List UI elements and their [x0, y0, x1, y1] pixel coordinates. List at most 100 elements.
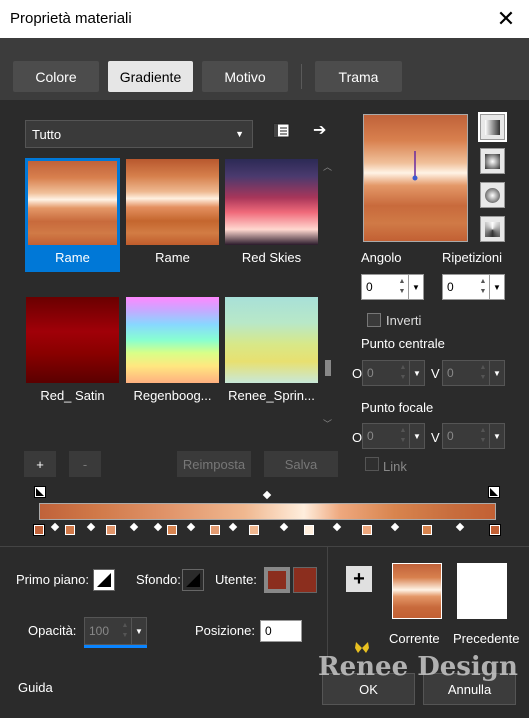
spin-arrows-icon[interactable]: ▲ ▼: [476, 424, 490, 448]
link-checkbox[interactable]: [365, 457, 379, 471]
tab-trama[interactable]: Trama: [315, 61, 402, 92]
focal-o-value: 0: [367, 429, 374, 443]
color-stops-track[interactable]: [33, 521, 502, 541]
add-to-swatches-button[interactable]: +: [346, 566, 372, 592]
add-gradient-button[interactable]: +: [24, 451, 56, 477]
sunburst-gradient-type-button[interactable]: [480, 216, 505, 242]
spin-arrows-icon[interactable]: ▲ ▼: [476, 361, 490, 385]
scroll-thumb[interactable]: [325, 360, 331, 376]
color-midpoint-icon[interactable]: [186, 522, 196, 532]
center-v-label: V: [431, 366, 440, 381]
gradient-swatch: [225, 159, 318, 245]
scroll-down-icon[interactable]: ﹀: [323, 417, 332, 430]
color-midpoint-icon[interactable]: [390, 522, 400, 532]
color-midpoint-icon[interactable]: [50, 522, 60, 532]
spin-arrows-icon[interactable]: ▲ ▼: [476, 275, 490, 299]
angle-value: 0: [366, 280, 373, 294]
color-stop-icon[interactable]: [422, 525, 432, 535]
foreground-swatch[interactable]: [93, 569, 115, 591]
gradient-item-rame-2[interactable]: Rame: [125, 158, 220, 272]
color-stop-icon[interactable]: [210, 525, 220, 535]
angle-label: Angolo: [361, 250, 402, 265]
color-stop-icon[interactable]: [304, 525, 314, 535]
foreground-label: Primo piano:: [16, 572, 89, 587]
tab-separator: [301, 64, 302, 89]
chevron-down-icon[interactable]: ▼: [409, 424, 424, 448]
color-midpoint-icon[interactable]: [455, 522, 465, 532]
library-scrollbar[interactable]: ︿ ﹀: [322, 160, 334, 430]
close-icon[interactable]: ✕: [483, 0, 529, 38]
color-midpoint-icon[interactable]: [279, 522, 289, 532]
user-color-swatch[interactable]: [293, 567, 317, 593]
chevron-down-icon[interactable]: ▼: [489, 275, 504, 299]
user-color-selected[interactable]: [264, 567, 290, 593]
transparency-stop-icon[interactable]: [488, 486, 500, 498]
color-midpoint-icon[interactable]: [129, 522, 139, 532]
gradient-item-regenboog[interactable]: Regenboog...: [125, 296, 220, 410]
scroll-up-icon[interactable]: ︿: [323, 160, 332, 173]
color-stop-icon[interactable]: [33, 524, 45, 536]
tab-motivo[interactable]: Motivo: [202, 61, 288, 92]
opacity-input[interactable]: 100 ▲ ▼ ▼: [84, 617, 147, 645]
help-link[interactable]: Guida: [18, 680, 53, 695]
chevron-down-icon[interactable]: ▼: [131, 618, 146, 644]
chevron-down-icon[interactable]: ▼: [489, 361, 504, 385]
gradient-label: Red_ Satin: [40, 388, 105, 403]
spin-arrows-icon[interactable]: ▲ ▼: [396, 361, 410, 385]
stop-triangle-icon: [490, 488, 498, 496]
spin-arrows-icon[interactable]: ▲ ▼: [118, 618, 132, 644]
gradient-item-renee-spring[interactable]: Renee_Sprin...: [224, 296, 319, 410]
current-material-swatch[interactable]: [392, 563, 442, 619]
chevron-down-icon[interactable]: ▼: [409, 361, 424, 385]
library-menu-icon[interactable]: [273, 123, 291, 139]
opacity-value: 100: [89, 624, 110, 638]
repeats-input[interactable]: 0 ▲ ▼ ▼: [442, 274, 505, 300]
remove-gradient-button[interactable]: -: [69, 451, 101, 477]
tab-gradiente[interactable]: Gradiente: [108, 61, 193, 92]
angle-handle-icon[interactable]: [364, 115, 467, 241]
center-v-input[interactable]: 0 ▲ ▼ ▼: [442, 360, 505, 386]
gradient-item-red-skies[interactable]: Red Skies: [224, 158, 319, 272]
background-swatch[interactable]: [182, 569, 204, 591]
category-dropdown[interactable]: Tutto ▼: [25, 120, 253, 148]
link-label: Link: [383, 459, 407, 474]
radial-type-icon: [485, 187, 500, 203]
linear-type-icon: [485, 119, 500, 135]
focal-o-input[interactable]: 0 ▲ ▼ ▼: [362, 423, 425, 449]
gradient-bar[interactable]: [39, 503, 496, 520]
position-input[interactable]: 0: [260, 620, 302, 642]
color-midpoint-icon[interactable]: [332, 522, 342, 532]
previous-material-swatch[interactable]: [457, 563, 507, 619]
color-stop-icon[interactable]: [65, 525, 75, 535]
gradient-item-red-satin[interactable]: Red_ Satin: [25, 296, 120, 410]
position-label: Posizione:: [195, 623, 255, 638]
save-gradient-button[interactable]: Salva: [264, 451, 338, 477]
focal-v-input[interactable]: 0 ▲ ▼ ▼: [442, 423, 505, 449]
center-point-label: Punto centrale: [361, 336, 445, 351]
chevron-down-icon[interactable]: ▼: [489, 424, 504, 448]
color-stop-icon[interactable]: [362, 525, 372, 535]
radial-gradient-type-button[interactable]: [480, 182, 505, 208]
invert-checkbox[interactable]: [367, 313, 381, 327]
spin-arrows-icon[interactable]: ▲ ▼: [395, 275, 409, 299]
color-stop-icon[interactable]: [167, 525, 177, 535]
color-midpoint-icon[interactable]: [153, 522, 163, 532]
gradient-preview[interactable]: [363, 114, 468, 242]
reset-button[interactable]: Reimposta: [177, 451, 251, 477]
spin-arrows-icon[interactable]: ▲ ▼: [396, 424, 410, 448]
gradient-label: Rame: [155, 250, 190, 265]
chevron-down-icon[interactable]: ▼: [408, 275, 423, 299]
color-stop-icon[interactable]: [106, 525, 116, 535]
tab-colore[interactable]: Colore: [13, 61, 99, 92]
rectangular-gradient-type-button[interactable]: [480, 148, 505, 174]
angle-input[interactable]: 0 ▲ ▼ ▼: [361, 274, 424, 300]
arrow-right-icon[interactable]: ➔: [313, 123, 329, 139]
linear-gradient-type-button[interactable]: [478, 112, 507, 142]
color-midpoint-icon[interactable]: [228, 522, 238, 532]
color-midpoint-icon[interactable]: [86, 522, 96, 532]
gradient-item-rame[interactable]: Rame: [25, 158, 120, 272]
color-stop-icon[interactable]: [249, 525, 259, 535]
center-o-input[interactable]: 0 ▲ ▼ ▼: [362, 360, 425, 386]
color-stop-icon[interactable]: [489, 524, 501, 536]
transparency-stop-icon[interactable]: [34, 486, 46, 498]
